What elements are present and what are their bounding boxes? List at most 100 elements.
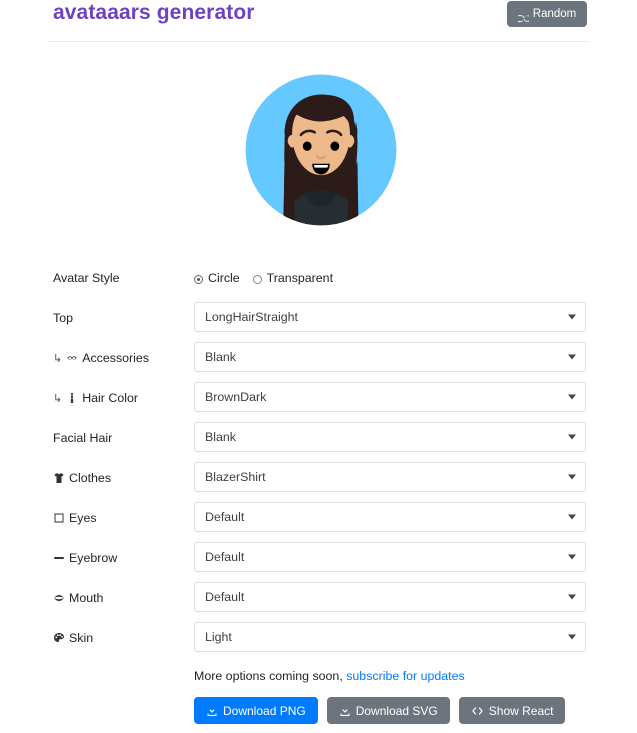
form-row-skin: Skin Light — [0, 622, 637, 662]
accessories-label-text: Accessories — [82, 351, 150, 365]
form-row-mouth: Mouth Default — [0, 582, 637, 622]
chevron-down-icon — [568, 474, 576, 480]
mouth-label-text: Mouth — [69, 591, 104, 605]
chevron-down-icon — [568, 594, 576, 600]
footer-note: More options coming soon, subscribe for … — [194, 669, 465, 683]
shuffle-icon — [517, 9, 529, 22]
show-react-label: Show React — [488, 703, 554, 718]
form-row-eyes: Eyes Default — [0, 502, 637, 542]
chevron-down-icon — [568, 354, 576, 360]
form-row-accessories: ↳ Accessories Blank — [0, 342, 637, 382]
hair-color-label: ↳ Hair Color — [53, 391, 138, 405]
top-select[interactable]: LongHairStraight — [194, 302, 586, 332]
avatar-style-control: Circle Transparent — [194, 262, 586, 285]
mouth-label: Mouth — [53, 591, 103, 605]
accessories-select[interactable]: Blank — [194, 342, 586, 372]
chevron-down-icon — [568, 514, 576, 520]
random-button-label: Random — [532, 8, 577, 20]
action-buttons: Download PNG Download SVG Show React — [194, 697, 566, 724]
sub-arrow-icon: ↳ — [53, 352, 63, 365]
accessories-select-value: Blank — [205, 350, 236, 364]
skin-control: Light — [194, 622, 586, 652]
eyebrow-select-value: Default — [205, 550, 245, 564]
mouth-icon — [53, 592, 65, 604]
palette-icon — [53, 632, 65, 644]
facial-hair-label: Facial Hair — [53, 431, 112, 445]
mouth-control: Default — [194, 582, 586, 612]
eyes-label-text: Eyes — [69, 511, 97, 525]
skin-select-value: Light — [205, 630, 232, 644]
download-icon — [339, 705, 351, 717]
top-label: Top — [53, 311, 73, 325]
avatar-style-label: Avatar Style — [53, 271, 120, 285]
radio-circle-label[interactable]: Circle — [208, 271, 240, 285]
download-png-button[interactable]: Download PNG — [194, 697, 318, 724]
code-icon — [471, 705, 484, 717]
eyebrow-select[interactable]: Default — [194, 542, 586, 572]
form-row-avatar-style: Avatar Style Circle Transparent — [0, 262, 637, 302]
avatar-eye-left — [302, 141, 312, 151]
eye-icon — [53, 512, 65, 524]
eyes-select[interactable]: Default — [194, 502, 586, 532]
chevron-down-icon — [568, 314, 576, 320]
skin-label: Skin — [53, 631, 93, 645]
eyebrow-label: Eyebrow — [53, 551, 117, 565]
download-svg-button[interactable]: Download SVG — [326, 697, 450, 724]
clothes-label: Clothes — [53, 471, 111, 485]
subscribe-link[interactable]: subscribe for updates — [346, 669, 464, 683]
avatar-eye-right — [330, 141, 340, 151]
header-divider — [48, 41, 589, 42]
hair-color-icon — [66, 392, 78, 404]
mouth-select[interactable]: Default — [194, 582, 586, 612]
hair-color-label-text: Hair Color — [82, 391, 138, 405]
eyebrow-icon — [53, 552, 65, 564]
clothes-control: BlazerShirt — [194, 462, 586, 492]
top-select-value: LongHairStraight — [205, 310, 298, 324]
top-label-text: Top — [53, 311, 73, 325]
radio-transparent[interactable] — [252, 274, 262, 284]
tshirt-icon — [53, 472, 65, 484]
options-form: Avatar Style Circle Transparent Top Long… — [0, 262, 637, 662]
facial-hair-select[interactable]: Blank — [194, 422, 586, 452]
clothes-select-value: BlazerShirt — [205, 470, 266, 484]
radio-circle[interactable] — [194, 274, 203, 284]
eyes-select-value: Default — [205, 510, 245, 524]
glasses-icon — [66, 352, 78, 364]
facial-hair-control: Blank — [194, 422, 586, 452]
clothes-label-text: Clothes — [69, 471, 112, 485]
avatar-preview — [238, 60, 404, 250]
accessories-control: Blank — [194, 342, 586, 372]
eyes-label: Eyes — [53, 511, 97, 525]
facial-hair-select-value: Blank — [205, 430, 236, 444]
chevron-down-icon — [568, 554, 576, 560]
form-row-facial-hair: Facial Hair Blank — [0, 422, 637, 462]
chevron-down-icon — [568, 394, 576, 400]
sub-arrow-icon: ↳ — [53, 392, 63, 405]
eyebrow-control: Default — [194, 542, 586, 572]
clothes-select[interactable]: BlazerShirt — [194, 462, 586, 492]
skin-select[interactable]: Light — [194, 622, 586, 652]
show-react-button[interactable]: Show React — [458, 697, 566, 724]
hair-color-select[interactable]: BrownDark — [194, 382, 586, 412]
avatar-svg — [245, 74, 397, 226]
header: avataaars generator Random — [0, 0, 637, 42]
download-png-label: Download PNG — [223, 703, 306, 718]
radio-transparent-label[interactable]: Transparent — [267, 271, 333, 285]
download-svg-label: Download SVG — [355, 703, 438, 718]
chevron-down-icon — [568, 434, 576, 440]
form-row-hair-color: ↳ Hair Color BrownDark — [0, 382, 637, 422]
facial-hair-label-text: Facial Hair — [53, 431, 113, 445]
hair-color-select-value: BrownDark — [205, 390, 267, 404]
download-icon — [206, 705, 218, 717]
skin-label-text: Skin — [69, 631, 94, 645]
page-title: avataaars generator — [53, 1, 255, 24]
form-row-top: Top LongHairStraight — [0, 302, 637, 342]
eyebrow-label-text: Eyebrow — [69, 551, 118, 565]
random-button[interactable]: Random — [507, 1, 587, 27]
accessories-label: ↳ Accessories — [53, 351, 149, 365]
avatar-generator-page: avataaars generator Random Avatar Style … — [0, 0, 637, 733]
footer-note-text: More options coming soon, — [194, 669, 347, 683]
eyes-control: Default — [194, 502, 586, 532]
form-row-clothes: Clothes BlazerShirt — [0, 462, 637, 502]
mouth-select-value: Default — [205, 590, 245, 604]
